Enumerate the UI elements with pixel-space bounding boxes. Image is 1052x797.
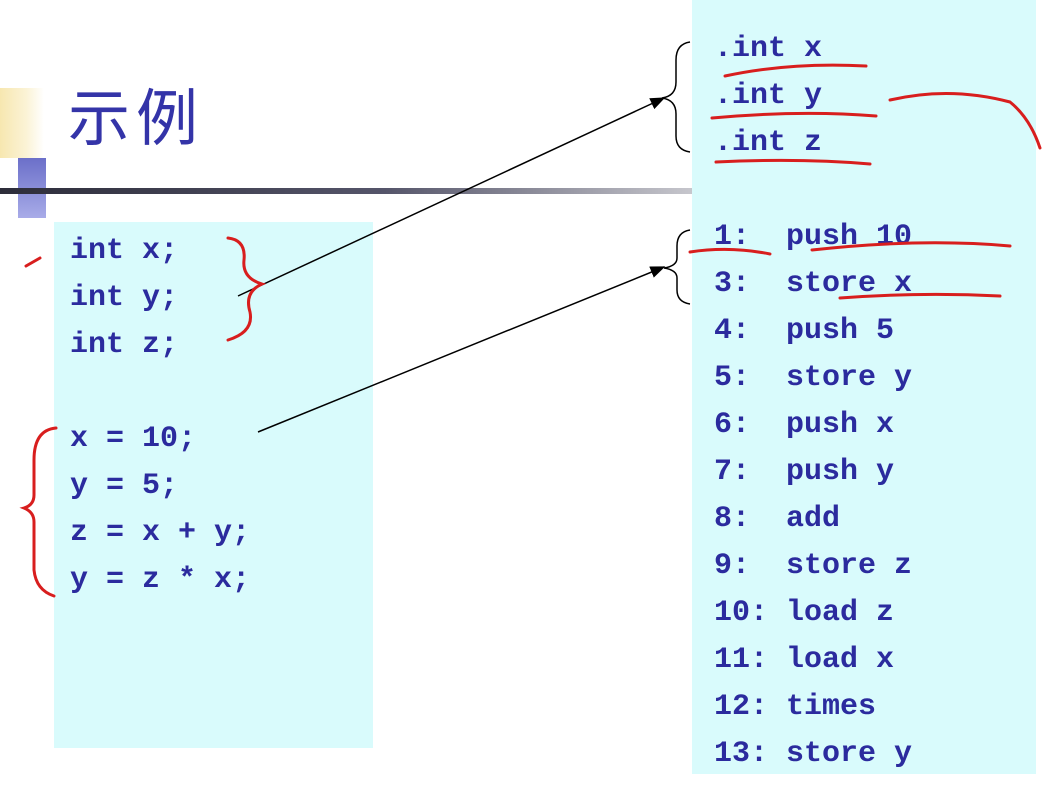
annotation-overlay bbox=[19, 41, 1042, 598]
brace-declarations bbox=[661, 41, 691, 153]
red-annotations bbox=[19, 63, 1042, 598]
red-bracket bbox=[888, 92, 1042, 150]
red-underline bbox=[710, 111, 878, 120]
red-brace-assignments bbox=[19, 426, 58, 598]
red-mark bbox=[24, 256, 42, 268]
red-underline bbox=[688, 247, 772, 256]
brace-instructions bbox=[663, 229, 691, 305]
arrow-declarations bbox=[237, 97, 666, 297]
red-underline bbox=[714, 158, 872, 166]
arrow-instructions bbox=[257, 266, 666, 433]
red-underline bbox=[810, 241, 1012, 252]
red-brace-declarations bbox=[226, 236, 267, 342]
red-underline bbox=[723, 63, 868, 78]
red-underline bbox=[838, 292, 1002, 300]
